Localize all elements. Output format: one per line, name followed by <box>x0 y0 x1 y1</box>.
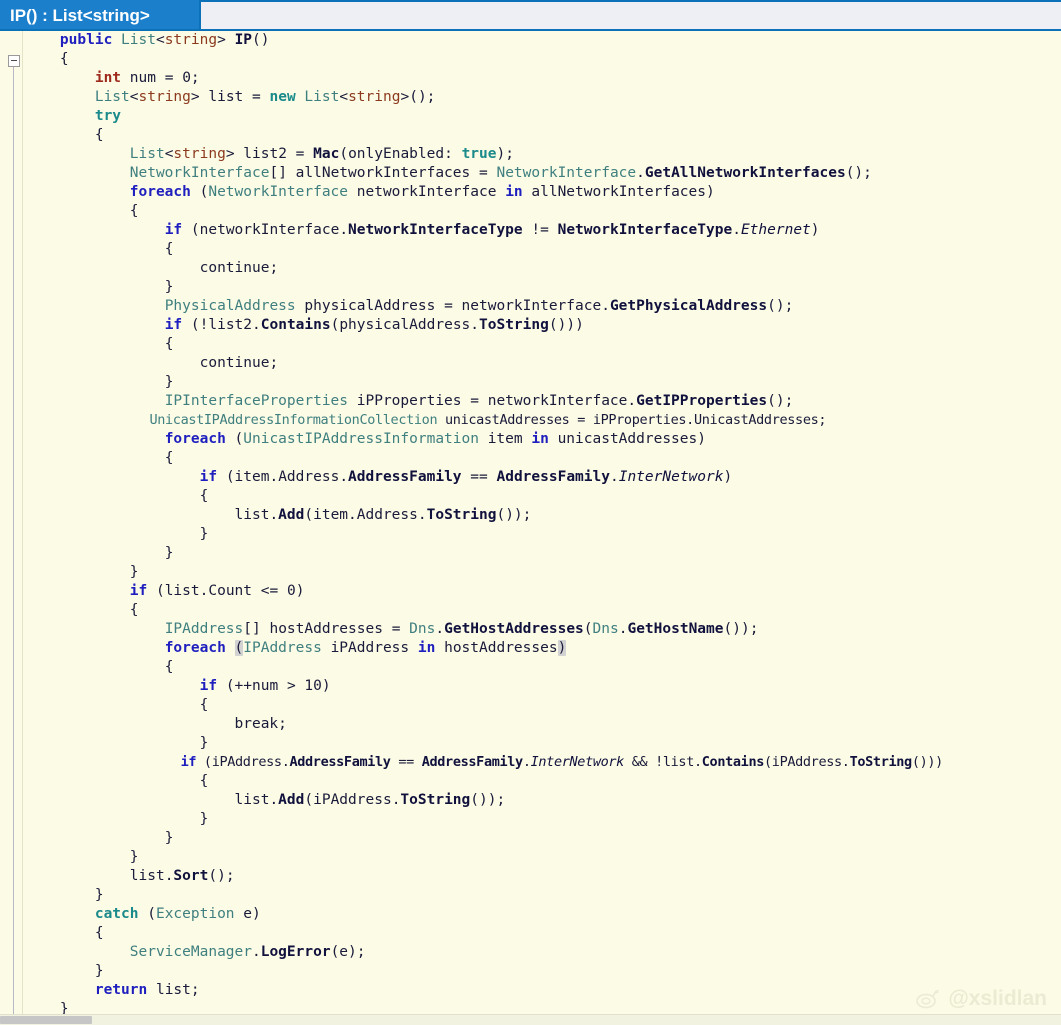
code-line[interactable]: if (networkInterface.NetworkInterfaceTyp… <box>23 221 1061 240</box>
code-line[interactable]: try <box>23 107 1061 126</box>
code-line[interactable]: } <box>23 544 1061 563</box>
code-line[interactable]: continue; <box>23 354 1061 373</box>
brace-match-close: ) <box>557 640 567 656</box>
horizontal-scrollbar-thumb[interactable] <box>0 1016 92 1024</box>
code-line[interactable]: foreach (NetworkInterface networkInterfa… <box>23 183 1061 202</box>
code-line[interactable]: { <box>23 126 1061 145</box>
code-line[interactable]: } <box>23 373 1061 392</box>
code-line[interactable]: catch (Exception e) <box>23 905 1061 924</box>
code-line[interactable]: { <box>23 601 1061 620</box>
code-line[interactable]: if (!list2.Contains(physicalAddress.ToSt… <box>23 316 1061 335</box>
code-line[interactable]: } <box>23 829 1061 848</box>
code-line[interactable]: list.Add(iPAddress.ToString()); <box>23 791 1061 810</box>
code-line[interactable]: } <box>23 525 1061 544</box>
code-area[interactable]: public List<string> IP() { int num = 0; … <box>23 31 1061 1015</box>
code-line[interactable]: } <box>23 1000 1061 1015</box>
code-line[interactable]: { <box>23 696 1061 715</box>
code-line[interactable]: if (item.Address.AddressFamily == Addres… <box>23 468 1061 487</box>
code-line[interactable]: public List<string> IP() <box>23 31 1061 50</box>
code-line[interactable]: { <box>23 335 1061 354</box>
code-line[interactable]: } <box>23 886 1061 905</box>
code-line[interactable]: list.Add(item.Address.ToString()); <box>23 506 1061 525</box>
code-line[interactable]: foreach (IPAddress iPAddress in hostAddr… <box>23 639 1061 658</box>
code-line[interactable]: { <box>23 50 1061 69</box>
code-line[interactable]: return list; <box>23 981 1061 1000</box>
code-line[interactable]: IPAddress[] hostAddresses = Dns.GetHostA… <box>23 620 1061 639</box>
code-line[interactable]: int num = 0; <box>23 69 1061 88</box>
code-line[interactable]: { <box>23 240 1061 259</box>
code-line[interactable]: foreach (UnicastIPAddressInformation ite… <box>23 430 1061 449</box>
code-line[interactable]: { <box>23 772 1061 791</box>
horizontal-scrollbar[interactable] <box>0 1014 1061 1025</box>
code-line[interactable]: PhysicalAddress physicalAddress = networ… <box>23 297 1061 316</box>
editor-gutter <box>0 31 23 1025</box>
code-line[interactable]: List<string> list = new List<string>(); <box>23 88 1061 107</box>
brace-match-open: ( <box>234 640 244 656</box>
code-line[interactable]: } <box>23 962 1061 981</box>
code-line[interactable]: List<string> list2 = Mac(onlyEnabled: tr… <box>23 145 1061 164</box>
fold-collapse-icon[interactable] <box>8 55 20 67</box>
tab-ip-list-string[interactable]: IP() : List<string> <box>0 0 199 31</box>
code-line[interactable]: } <box>23 563 1061 582</box>
code-line[interactable]: } <box>23 810 1061 829</box>
code-viewer-window: IP() : List<string> public List<string> … <box>0 0 1061 1025</box>
code-line[interactable]: } <box>23 278 1061 297</box>
code-line[interactable]: } <box>23 848 1061 867</box>
code-line[interactable]: ServiceManager.LogError(e); <box>23 943 1061 962</box>
code-line[interactable]: { <box>23 449 1061 468</box>
code-line[interactable]: } <box>23 734 1061 753</box>
tab-strip-empty-area <box>201 2 1061 29</box>
code-line[interactable]: NetworkInterface[] allNetworkInterfaces … <box>23 164 1061 183</box>
code-line[interactable]: { <box>23 487 1061 506</box>
code-line[interactable]: if (++num > 10) <box>23 677 1061 696</box>
code-line[interactable]: continue; <box>23 259 1061 278</box>
code-line[interactable]: { <box>23 924 1061 943</box>
code-line[interactable]: break; <box>23 715 1061 734</box>
code-line[interactable]: { <box>23 202 1061 221</box>
code-line[interactable]: if (list.Count <= 0) <box>23 582 1061 601</box>
code-line[interactable]: IPInterfaceProperties iPProperties = net… <box>23 392 1061 411</box>
code-line[interactable]: UnicastIPAddressInformationCollection un… <box>23 411 1061 430</box>
tab-label: IP() : List<string> <box>10 5 150 25</box>
code-line[interactable]: { <box>23 658 1061 677</box>
code-line[interactable]: list.Sort(); <box>23 867 1061 886</box>
fold-region-line <box>13 67 14 1025</box>
code-line[interactable]: if (iPAddress.AddressFamily == AddressFa… <box>23 753 1061 772</box>
tab-strip: IP() : List<string> <box>0 0 1061 31</box>
